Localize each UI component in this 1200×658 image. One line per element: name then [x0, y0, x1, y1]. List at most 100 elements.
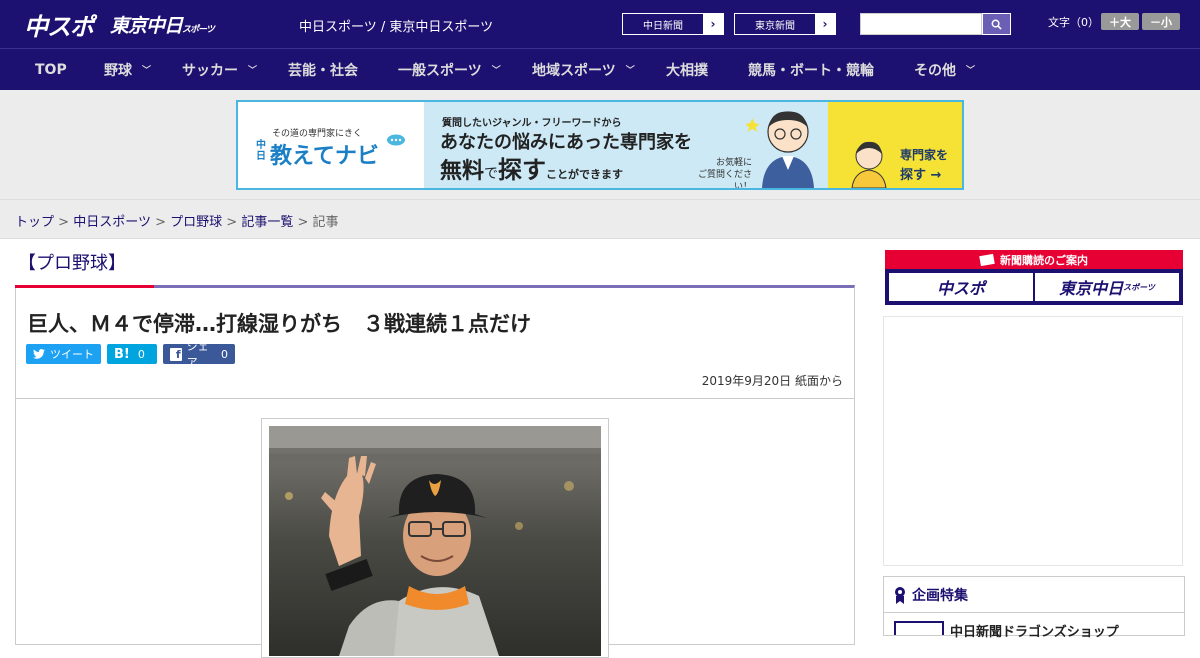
- subscribe-chuspo-button[interactable]: 中スポ: [889, 273, 1033, 301]
- logo-tokyo-small: スポーツ: [182, 25, 215, 35]
- oshiete-navi-banner[interactable]: その道の専門家にきく 中日 教えてナビ 質問したいジャンル・フリーワードから あ…: [236, 100, 964, 190]
- article-divider: [16, 398, 854, 399]
- article-photo-frame[interactable]: [261, 418, 609, 658]
- nav-item-local-sports[interactable]: 地域スポーツ ﹀: [532, 49, 635, 90]
- nav-label: 野球: [104, 62, 132, 79]
- facebook-share-label: シェア: [186, 340, 209, 369]
- ribbon-icon: [895, 586, 905, 604]
- hatena-count: 0: [137, 347, 145, 361]
- chevron-down-icon: ﹀: [248, 66, 258, 76]
- tokyo-shimbun-label: 東京新聞: [755, 20, 795, 32]
- main-nav: TOP 野球 ﹀ サッカー ﹀ 芸能・社会 一般スポーツ ﹀ 地域スポーツ ﹀ 大相撲 …: [0, 48, 1200, 90]
- sidebar-ad-slot[interactable]: [883, 316, 1183, 566]
- article-title: 巨人、Ｍ４で停滞…打線湿りがち ３戦連続１点だけ: [27, 312, 531, 336]
- nav-label: 地域スポーツ: [532, 62, 616, 79]
- breadcrumb-article-list[interactable]: 記事一覧: [241, 215, 293, 230]
- chevron-right-icon: ›: [815, 14, 835, 34]
- article-date: 2019年9月20日 紙面から: [701, 374, 843, 388]
- nav-label: サッカー: [182, 62, 238, 79]
- tweet-button[interactable]: ツイート: [26, 344, 101, 364]
- nav-item-racing[interactable]: 競馬・ボート・競輪: [748, 49, 874, 90]
- feature-section: 企画特集 中日新聞ドラゴンズショップ: [883, 576, 1185, 640]
- facebook-share-button[interactable]: f シェア 0: [163, 340, 235, 369]
- banner-brand: その道の専門家にきく 中日 教えてナビ: [238, 102, 424, 188]
- banner-cta[interactable]: 専門家を 探す →: [828, 102, 962, 188]
- banner-cta2: 探す →: [900, 164, 941, 183]
- nav-label: その他: [914, 62, 956, 79]
- subscribe-tokyo-label: 東京中日: [1059, 279, 1124, 298]
- banner-cta2-label: 探す: [900, 168, 927, 183]
- breadcrumb-chunichi-sports[interactable]: 中日スポーツ: [73, 215, 151, 230]
- nav-item-baseball[interactable]: 野球 ﹀: [104, 49, 151, 90]
- person-thinking-icon: [851, 141, 887, 188]
- nav-label: 芸能・社会: [288, 62, 358, 79]
- banner-brand-name: 教えてナビ: [270, 144, 379, 169]
- search-button[interactable]: [982, 13, 1011, 35]
- nav-item-general-sports[interactable]: 一般スポーツ ﹀: [398, 49, 501, 90]
- nav-item-soccer[interactable]: サッカー ﹀: [182, 49, 257, 90]
- breadcrumb-top[interactable]: トップ: [15, 215, 54, 230]
- nav-item-entertainment[interactable]: 芸能・社会: [288, 49, 358, 90]
- font-size-minus-button[interactable]: －小: [1142, 13, 1180, 30]
- nav-label: 一般スポーツ: [398, 62, 482, 79]
- font-size-label: 文字（0）: [1048, 16, 1099, 29]
- facebook-icon: f: [170, 347, 182, 361]
- search-input[interactable]: [860, 13, 982, 35]
- breadcrumb-sep: >: [155, 215, 166, 230]
- breadcrumb-bar: トップ > 中日スポーツ > プロ野球 > 記事一覧 > 記事: [0, 200, 1200, 239]
- logo-tokyo-chunichi[interactable]: 東京中日スポーツ: [110, 11, 215, 38]
- breadcrumb-current: 記事: [312, 215, 339, 230]
- banner-line1: 質問したいジャンル・フリーワードから: [442, 118, 622, 129]
- chevron-down-icon: ﹀: [142, 66, 152, 76]
- font-size-plus-button[interactable]: ＋大: [1101, 13, 1139, 30]
- banner-cta1: 専門家を: [900, 148, 949, 162]
- banner-area: その道の専門家にきく 中日 教えてナビ 質問したいジャンル・フリーワードから あ…: [0, 90, 1200, 200]
- nav-label: TOP: [35, 61, 67, 78]
- banner-line3: 無料で探すことができます: [440, 150, 623, 185]
- nav-label: 大相撲: [666, 62, 708, 79]
- category-accent-line: [15, 285, 154, 288]
- feature-header: 企画特集: [884, 577, 1184, 613]
- subscribe-tokyo-chunichi-button[interactable]: 東京中日 スポーツ: [1035, 273, 1179, 301]
- speech-bubble-icon: [387, 134, 405, 146]
- facebook-count: 0: [221, 347, 228, 361]
- subscription-guide-header: 新聞購読のご案内: [885, 250, 1183, 269]
- feature-item-thumbnail[interactable]: [894, 621, 944, 635]
- banner-brand-prefix: 中日: [256, 140, 266, 162]
- arrow-right-icon: →: [930, 168, 942, 183]
- nav-item-other[interactable]: その他 ﹀: [914, 49, 975, 90]
- feature-title: 企画特集: [912, 587, 968, 604]
- article-category: 【プロ野球】: [18, 253, 126, 274]
- breadcrumb: トップ > 中日スポーツ > プロ野球 > 記事一覧 > 記事: [15, 211, 339, 230]
- nav-item-sumo[interactable]: 大相撲: [666, 49, 708, 90]
- logo-chuspo[interactable]: 中スポ: [24, 7, 94, 42]
- banner-free: 無料: [440, 159, 485, 184]
- banner-search: 探す: [498, 156, 547, 184]
- twitter-bird-icon: [33, 349, 45, 359]
- chunichi-shimbun-label: 中日新聞: [643, 20, 683, 32]
- expert-illustration-icon: [745, 111, 814, 188]
- photo-manager-waving-icon: [269, 426, 601, 656]
- banner-can: ことができます: [546, 168, 624, 181]
- nav-item-top[interactable]: TOP: [35, 49, 67, 90]
- article-card: 巨人、Ｍ４で停滞…打線湿りがち ３戦連続１点だけ ツイート B! 0 f シェア…: [15, 285, 855, 658]
- tokyo-shimbun-link[interactable]: 東京新聞 ›: [734, 13, 836, 35]
- site-tagline: 中日スポーツ / 東京中日スポーツ: [299, 20, 494, 35]
- top-bar: 中スポ 東京中日スポーツ 中日スポーツ / 東京中日スポーツ 中日新聞 › 東京…: [0, 0, 1200, 48]
- chevron-down-icon: ﹀: [491, 66, 501, 76]
- logo-tokyo-text: 東京中日: [110, 15, 183, 37]
- subscribe-tokyo-small: スポーツ: [1123, 282, 1155, 292]
- tweet-label: ツイート: [50, 348, 94, 361]
- banner-de: で: [484, 166, 499, 182]
- chevron-down-icon: ﹀: [625, 66, 635, 76]
- search-icon: [991, 19, 1002, 30]
- breadcrumb-sep: >: [226, 215, 238, 230]
- breadcrumb-sep: >: [58, 215, 70, 230]
- feature-item-dragons-shop[interactable]: 中日新聞ドラゴンズショップ: [950, 621, 1119, 640]
- hatena-bookmark-button[interactable]: B! 0: [107, 344, 157, 364]
- chunichi-shimbun-link[interactable]: 中日新聞 ›: [622, 13, 724, 35]
- breadcrumb-sep: >: [297, 215, 309, 230]
- article-photo: [269, 426, 601, 656]
- breadcrumb-pro-baseball[interactable]: プロ野球: [170, 215, 222, 230]
- subscription-guide-title: 新聞購読のご案内: [1000, 253, 1088, 267]
